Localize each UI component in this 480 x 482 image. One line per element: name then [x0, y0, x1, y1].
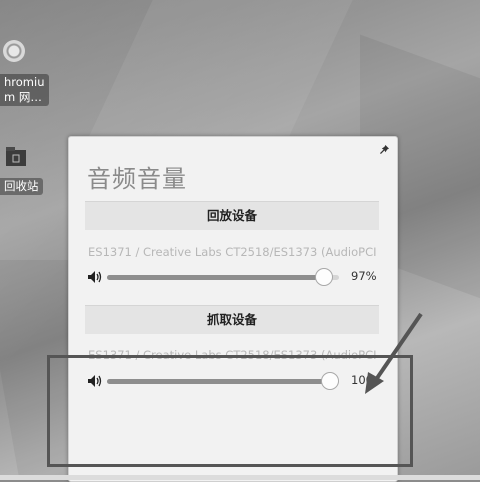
annotation-arrow [365, 312, 423, 394]
taskbar [0, 475, 480, 480]
